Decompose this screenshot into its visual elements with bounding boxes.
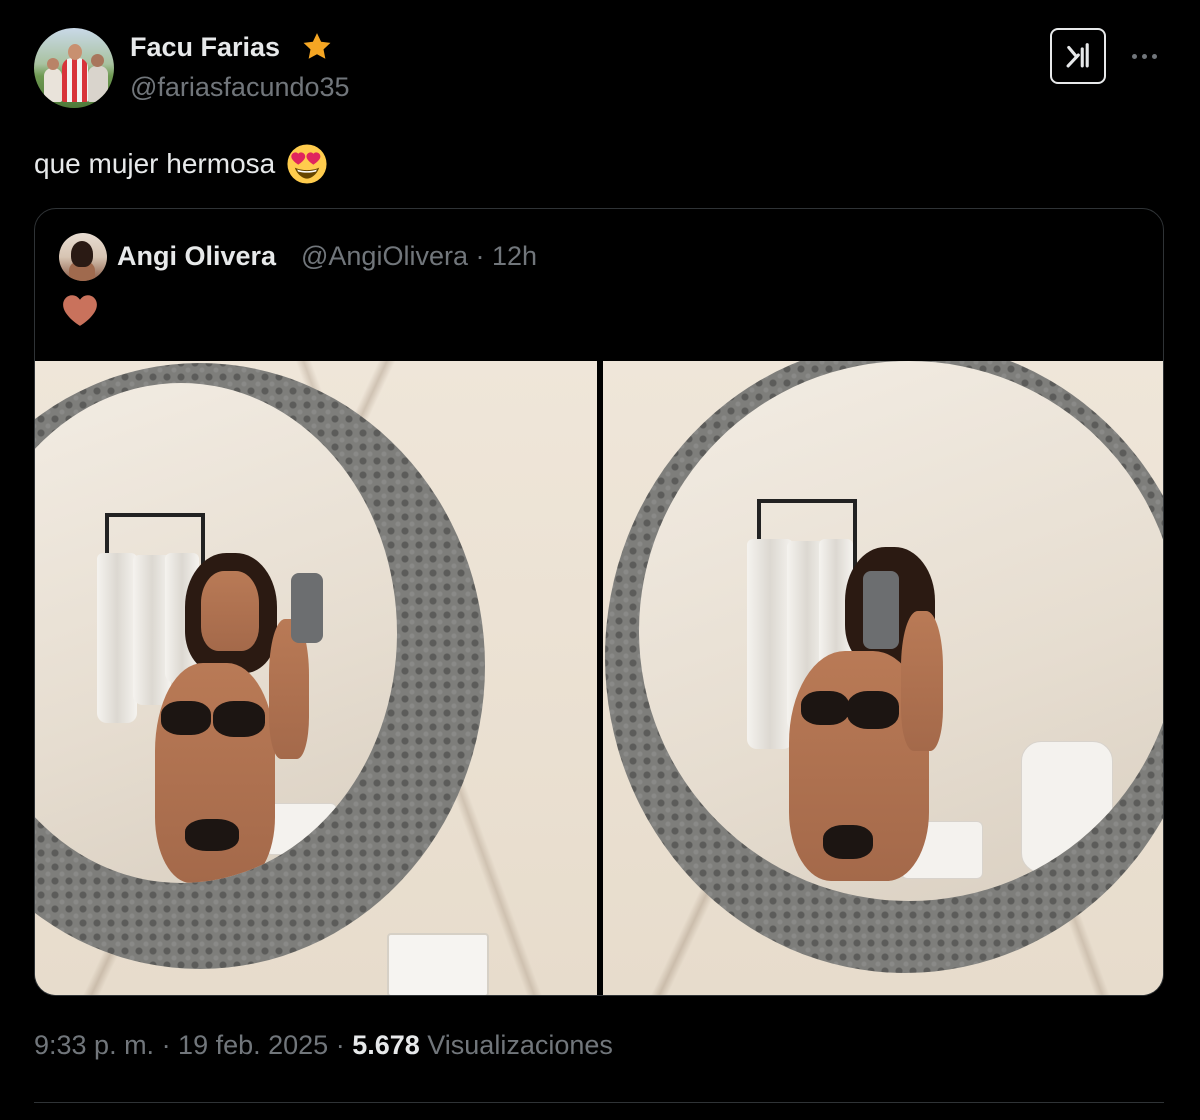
tweet-meta: 9:33 p. m. · 19 feb. 2025 · 5.678 Visual… (34, 1030, 613, 1061)
grok-button[interactable] (1050, 28, 1106, 84)
quoted-display-name[interactable]: Angi Olivera (117, 241, 276, 272)
quoted-avatar[interactable] (59, 233, 107, 281)
author-display-name[interactable]: Facu Farias (130, 32, 280, 63)
grok-icon (1066, 43, 1089, 68)
tweet-text: que mujer hermosa (34, 142, 329, 186)
media-grid (35, 361, 1163, 995)
views-label: Visualizaciones (419, 1030, 613, 1060)
timestamp[interactable]: 9:33 p. m. · 19 feb. 2025 · (34, 1030, 352, 1060)
tweet: Facu Farias @fariasfacundo35 que mujer h… (0, 0, 1200, 1120)
views-count: 5.678 (352, 1030, 420, 1060)
tweet-text-content: que mujer hermosa (34, 148, 276, 179)
more-icon[interactable] (1124, 40, 1164, 72)
divider (34, 1102, 1164, 1103)
author-avatar[interactable] (34, 28, 114, 108)
heart-icon (63, 295, 97, 326)
quoted-tweet[interactable]: Angi Olivera @AngiOlivera · 12h (34, 208, 1164, 996)
star-icon (303, 33, 331, 59)
media-photo-1[interactable] (35, 361, 597, 995)
media-photo-2[interactable] (603, 361, 1163, 995)
quoted-handle-time[interactable]: @AngiOlivera · 12h (301, 241, 537, 272)
smiling-face-with-heart-eyes-icon (287, 144, 327, 184)
author-handle[interactable]: @fariasfacundo35 (130, 72, 350, 103)
